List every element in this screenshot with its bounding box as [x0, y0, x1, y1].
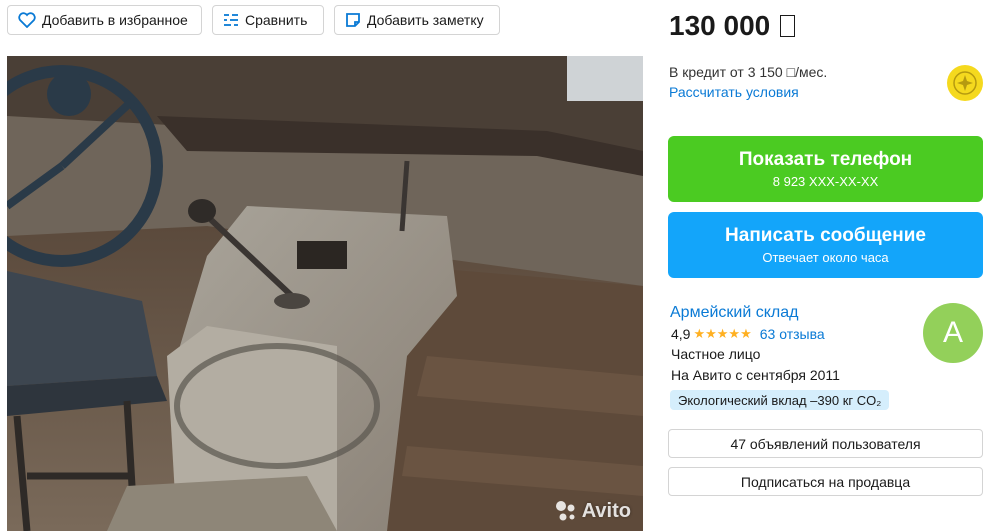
coin-icon[interactable] [947, 65, 983, 101]
price: 130 000 [669, 10, 796, 42]
seller-avatar[interactable]: А [923, 303, 983, 363]
reviews-link[interactable]: 63 отзыва [760, 326, 825, 342]
calculate-credit-link[interactable]: Рассчитать условия [669, 84, 799, 100]
write-message-label: Написать сообщение [725, 224, 926, 246]
response-time: Отвечает около часа [762, 249, 889, 265]
credit-info: В кредит от 3 150 □/мес. [669, 64, 828, 80]
listing-photo[interactable]: Avito [7, 56, 643, 531]
avito-watermark: Avito [554, 499, 631, 523]
rating-stars: ★★★★★ [693, 326, 752, 341]
rating-value: 4,9 [671, 326, 691, 342]
seller-ads-button[interactable]: 47 объявлений пользователя [668, 429, 983, 458]
vehicle-interior-image [7, 56, 643, 531]
currency-glyph-icon [780, 15, 796, 37]
seller-name-link[interactable]: Армейский склад [670, 304, 798, 322]
seller-since: На Авито с сентября 2011 [671, 367, 840, 383]
note-label: Добавить заметку [367, 12, 484, 28]
compare-label: Сравнить [245, 12, 308, 28]
seller-type: Частное лицо [671, 346, 761, 362]
note-icon [346, 13, 360, 27]
add-to-favorites-button[interactable]: Добавить в избранное [7, 5, 202, 35]
favorite-label: Добавить в избранное [42, 12, 188, 28]
add-note-button[interactable]: Добавить заметку [334, 5, 500, 35]
masked-phone: 8 923 XXX-XX-XX [772, 173, 879, 189]
subscribe-seller-button[interactable]: Подписаться на продавца [668, 467, 983, 496]
avito-logo-icon [555, 501, 575, 521]
seller-rating: 4,9 ★★★★★ 63 отзыва [671, 326, 825, 342]
heart-icon [18, 12, 36, 28]
compare-icon [224, 14, 238, 26]
write-message-button[interactable]: Написать сообщение Отвечает около часа [668, 212, 983, 278]
compare-button[interactable]: Сравнить [212, 5, 324, 35]
watermark-text: Avito [581, 499, 631, 522]
eco-contribution-badge[interactable]: Экологический вклад –390 кг CO₂ [670, 390, 890, 410]
show-phone-button[interactable]: Показать телефон 8 923 XXX-XX-XX [668, 136, 983, 202]
show-phone-label: Показать телефон [738, 148, 913, 170]
price-value: 130 000 [669, 10, 771, 41]
